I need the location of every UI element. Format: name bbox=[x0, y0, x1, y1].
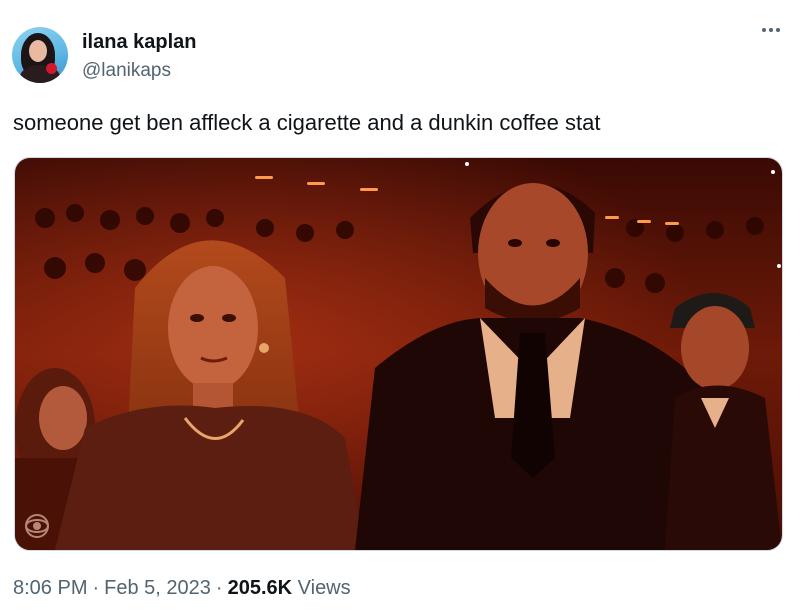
author-names: ilana kaplan @lanikaps bbox=[82, 30, 197, 80]
tweet-card: ilana kaplan @lanikaps someone get ben a… bbox=[0, 0, 800, 614]
author-handle[interactable]: @lanikaps bbox=[82, 61, 197, 80]
tweet-header: ilana kaplan @lanikaps bbox=[12, 27, 197, 83]
rose-icon bbox=[46, 63, 57, 74]
views-count[interactable]: 205.6K bbox=[228, 577, 293, 599]
tweet-meta: 8:06 PM · Feb 5, 2023 · 205.6K Views bbox=[13, 577, 351, 600]
tweet-time[interactable]: 8:06 PM bbox=[13, 577, 87, 599]
meta-separator: · bbox=[215, 577, 223, 599]
author-avatar[interactable] bbox=[12, 27, 68, 83]
tweet-text: someone get ben affleck a cigarette and … bbox=[13, 110, 601, 135]
more-horizontal-icon[interactable] bbox=[762, 28, 780, 32]
author-display-name[interactable]: ilana kaplan bbox=[82, 32, 197, 52]
meta-separator: · bbox=[92, 577, 100, 599]
tweet-date[interactable]: Feb 5, 2023 bbox=[104, 577, 211, 599]
tweet-photo[interactable] bbox=[14, 157, 783, 551]
views-label[interactable]: Views bbox=[298, 577, 351, 599]
